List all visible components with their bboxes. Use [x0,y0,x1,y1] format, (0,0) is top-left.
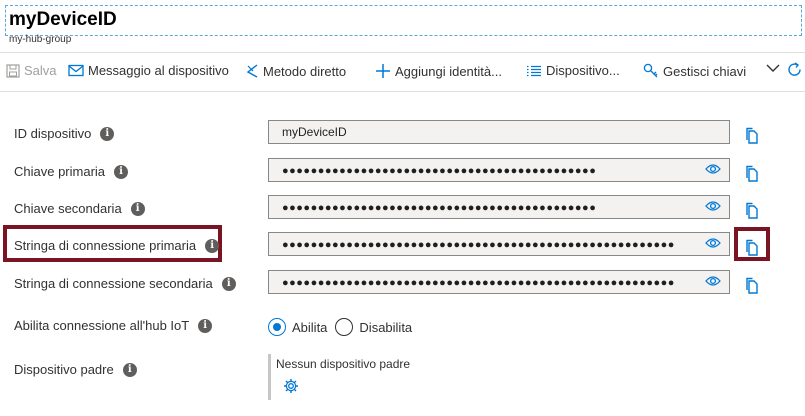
device-id-field[interactable]: myDeviceID [268,120,730,144]
add-identity-button[interactable]: Aggiungi identità... [375,63,502,79]
refresh-icon [788,62,801,76]
hub-connection-radio-group: Abilita Disabilita [268,318,420,336]
command-bar: Salva Messaggio al dispositivo Metodo di… [0,52,805,92]
chevron-down-icon [766,64,780,72]
info-icon[interactable]: i [100,126,115,141]
secondary-key-field[interactable]: ●●●●●●●●●●●●●●●●●●●●●●●●●●●●●●●●●●●●●●●●… [268,195,730,219]
key-icon [643,63,658,78]
info-icon[interactable]: i [130,201,145,216]
enable-radio[interactable]: Abilita [268,318,327,336]
show-value-icon[interactable] [705,237,721,249]
message-label: Messaggio al dispositivo [88,63,229,78]
copy-icon [746,277,758,294]
primary-connection-string-field[interactable]: ●●●●●●●●●●●●●●●●●●●●●●●●●●●●●●●●●●●●●●●●… [268,232,730,256]
add-identity-label: Aggiungi identità... [395,63,502,79]
secondary-connection-string-field[interactable]: ●●●●●●●●●●●●●●●●●●●●●●●●●●●●●●●●●●●●●●●●… [268,270,730,294]
save-label: Salva [24,63,57,78]
device-id-label: ID dispositivo i [14,126,115,141]
copy-primary-connection-string-button[interactable] [744,239,760,262]
disable-radio[interactable]: Disabilita [335,318,412,336]
primary-key-field[interactable]: ●●●●●●●●●●●●●●●●●●●●●●●●●●●●●●●●●●●●●●●●… [268,158,730,182]
copy-device-id-button[interactable] [744,127,760,150]
plus-icon [376,64,390,78]
page-subtitle: my-hub-group [9,34,72,45]
manage-keys-label: Gestisci chiavi [663,63,747,79]
direct-method-button[interactable]: Metodo diretto [245,63,346,79]
device-label: Dispositivo... [546,63,620,78]
parent-device-label: Dispositivo padre i [14,362,137,377]
show-value-icon[interactable] [705,275,721,287]
radio-indicator[interactable] [335,318,354,336]
secondary-connection-string-label: Stringa di connessione secondaria i [14,276,236,291]
radio-selected-indicator[interactable] [268,318,286,336]
gear-icon [284,379,298,393]
message-to-device-button[interactable]: Messaggio al dispositivo [68,63,229,78]
copy-secondary-key-button[interactable] [744,202,760,225]
device-button[interactable]: Dispositivo... [526,63,620,78]
save-button[interactable]: Salva [6,63,57,78]
info-icon[interactable]: i [205,238,220,253]
primary-key-label: Chiave primaria i [14,164,129,179]
copy-icon [746,202,758,219]
info-icon[interactable]: i [198,318,213,333]
set-parent-button[interactable] [283,378,299,399]
copy-primary-key-button[interactable] [744,165,760,188]
parent-device-value: Nessun dispositivo padre [276,357,411,371]
refresh-button[interactable] [786,61,805,78]
copy-secondary-connection-string-button[interactable] [744,277,760,300]
secondary-key-label: Chiave secondaria i [14,201,145,216]
info-icon[interactable]: i [122,362,137,377]
show-value-icon[interactable] [705,200,721,212]
mail-icon [68,64,84,77]
manage-keys-button[interactable]: Gestisci chiavi [643,63,746,79]
page-title: myDeviceID [9,9,117,30]
direct-method-label: Metodo diretto [263,63,347,79]
info-icon[interactable]: i [114,164,129,179]
copy-icon [746,127,758,144]
save-icon [6,63,20,78]
direct-method-icon [246,64,258,78]
primary-connection-string-label: Stringa di connessione primaria i [14,238,220,253]
show-value-icon[interactable] [705,163,721,175]
copy-icon [746,165,758,182]
copy-icon [746,239,758,256]
title-focus-outline [5,5,802,36]
list-icon [527,65,541,76]
info-icon[interactable]: i [221,276,236,291]
hub-connection-label: Abilita connessione all'hub IoT i [14,318,213,333]
more-commands-button[interactable] [766,63,784,73]
parent-device-indicator-bar [268,354,271,400]
